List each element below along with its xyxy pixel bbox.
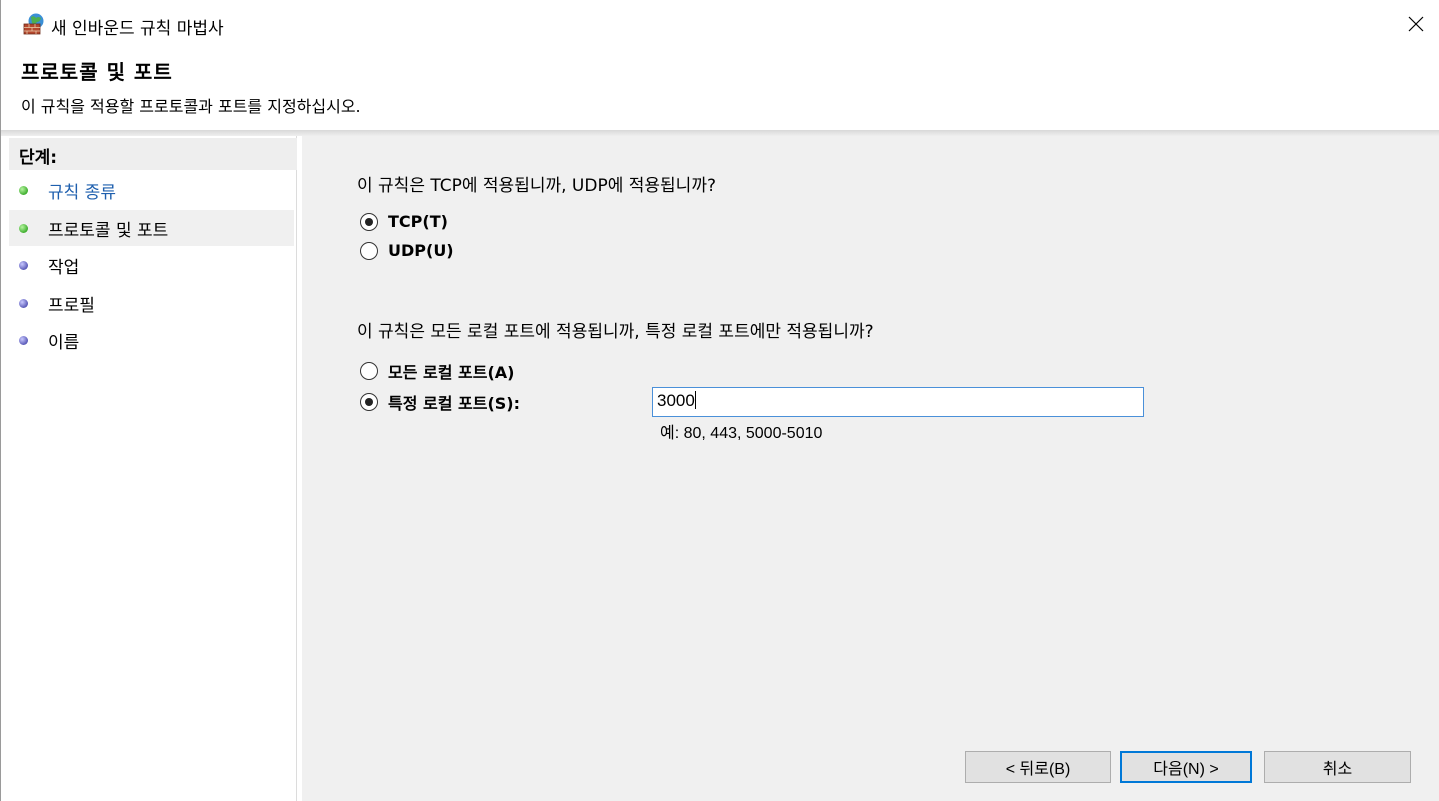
radio-label[interactable]: UDP(U) xyxy=(388,241,454,260)
title-bar: 새 인바운드 규칙 마법사 xyxy=(1,0,1439,48)
all-local-ports-radio[interactable]: 모든 로컬 포트(A) xyxy=(360,359,514,383)
step-profile: 프로필 xyxy=(9,285,294,321)
specific-ports-input[interactable]: 3000 xyxy=(652,387,1144,417)
ports-question: 이 규칙은 모든 로컬 포트에 적용됩니까, 특정 로컬 포트에만 적용됩니까? xyxy=(357,322,874,342)
status-dot-icon xyxy=(19,260,28,270)
cancel-button[interactable]: 취소 xyxy=(1264,751,1411,783)
step-label: 프로필 xyxy=(48,295,95,316)
step-rule-type[interactable]: 규칙 종류 xyxy=(9,172,294,208)
next-button[interactable]: 다음(N) > xyxy=(1120,751,1252,783)
page-title: 프로토콜 및 포트 xyxy=(21,60,173,84)
status-dot-icon xyxy=(19,185,28,195)
status-dot-icon xyxy=(19,298,28,308)
port-input-value[interactable]: 3000 xyxy=(657,391,695,410)
window-title: 새 인바운드 규칙 마법사 xyxy=(51,19,224,39)
specific-local-ports-radio[interactable]: 특정 로컬 포트(S): xyxy=(360,390,520,414)
close-button[interactable] xyxy=(1393,0,1439,48)
steps-heading: 단계: xyxy=(9,138,297,170)
radio-label[interactable]: TCP(T) xyxy=(388,212,448,231)
wizard-content: 이 규칙은 TCP에 적용됩니까, UDP에 적용됩니까? TCP(T) UDP… xyxy=(302,136,1439,801)
radio-label[interactable]: 모든 로컬 포트(A) xyxy=(388,359,514,383)
firewall-globe-icon xyxy=(22,12,46,36)
udp-radio[interactable]: UDP(U) xyxy=(360,241,454,260)
protocol-question: 이 규칙은 TCP에 적용됩니까, UDP에 적용됩니까? xyxy=(357,176,716,196)
step-label: 작업 xyxy=(48,257,80,278)
wizard-window: 새 인바운드 규칙 마법사 프로토콜 및 포트 이 규칙을 적용할 프로토콜과 … xyxy=(0,0,1439,801)
radio-button[interactable] xyxy=(360,362,378,380)
steps-sidebar: 단계: 규칙 종류 프로토콜 및 포트 작업 프로필 이름 xyxy=(9,136,297,801)
radio-checked-icon xyxy=(365,217,373,226)
back-button[interactable]: < 뒤로(B) xyxy=(965,751,1111,783)
text-caret xyxy=(694,391,696,409)
step-label: 이름 xyxy=(48,332,80,353)
status-dot-icon xyxy=(19,223,28,233)
page-subtitle: 이 규칙을 적용할 프로토콜과 포트를 지정하십시오. xyxy=(21,97,361,116)
radio-button[interactable] xyxy=(360,241,378,260)
ports-example-hint: 예: 80, 443, 5000-5010 xyxy=(660,425,823,442)
radio-label[interactable]: 특정 로컬 포트(S): xyxy=(388,390,520,414)
close-icon xyxy=(1408,16,1424,32)
radio-checked-icon xyxy=(365,398,373,406)
step-name: 이름 xyxy=(9,322,294,358)
radio-button[interactable] xyxy=(360,212,378,231)
step-label[interactable]: 규칙 종류 xyxy=(48,178,116,203)
step-action: 작업 xyxy=(9,247,294,283)
status-dot-icon xyxy=(19,335,28,345)
wizard-header: 프로토콜 및 포트 이 규칙을 적용할 프로토콜과 포트를 지정하십시오. xyxy=(1,48,1439,130)
step-protocol-and-ports: 프로토콜 및 포트 xyxy=(9,210,294,246)
step-label: 프로토콜 및 포트 xyxy=(48,220,169,241)
radio-button[interactable] xyxy=(360,393,378,411)
tcp-radio[interactable]: TCP(T) xyxy=(360,212,448,231)
